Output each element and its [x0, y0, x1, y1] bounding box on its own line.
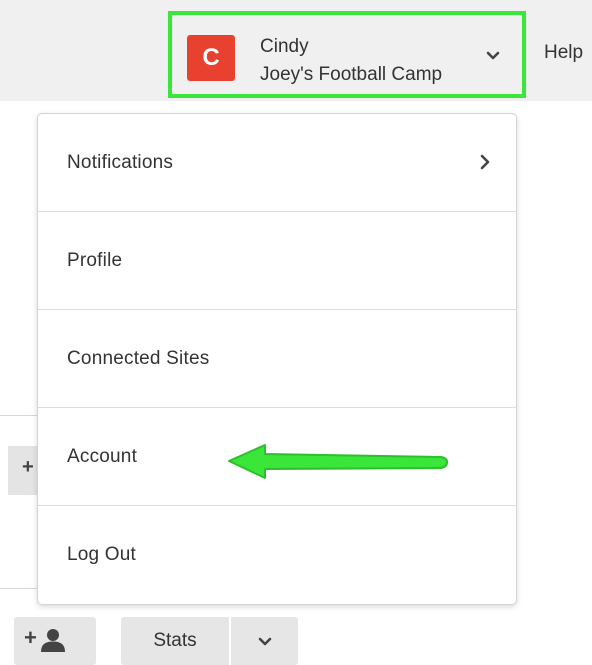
- menu-item-log-out[interactable]: Log Out: [38, 506, 516, 604]
- plus-icon: +: [22, 456, 34, 478]
- menu-item-label: Notifications: [67, 152, 174, 173]
- top-bar: C Cindy Joey's Football Camp Help: [0, 0, 592, 101]
- add-person-icon: [41, 629, 65, 652]
- menu-item-label: Log Out: [67, 544, 137, 565]
- user-dropdown-menu: Notifications Profile Connected Sites Ac…: [37, 113, 517, 605]
- chevron-down-icon: [258, 637, 272, 646]
- user-account-switcher[interactable]: C Cindy Joey's Football Camp: [168, 11, 526, 98]
- stats-dropdown-button[interactable]: [231, 617, 298, 665]
- plus-icon: +: [24, 625, 37, 650]
- add-person-button[interactable]: +: [14, 617, 96, 665]
- user-name: Cindy: [260, 36, 309, 57]
- menu-item-label: Profile: [67, 250, 123, 271]
- arrow-left-icon: [228, 444, 448, 479]
- menu-item-connected-sites[interactable]: Connected Sites: [38, 310, 516, 408]
- menu-item-profile[interactable]: Profile: [38, 212, 516, 310]
- divider: [0, 415, 40, 416]
- chevron-down-icon[interactable]: [486, 50, 500, 62]
- menu-item-notifications[interactable]: Notifications: [38, 114, 516, 212]
- organization-name: Joey's Football Camp: [260, 64, 443, 85]
- stats-button-label: Stats: [153, 630, 197, 651]
- menu-item-label: Account: [67, 446, 138, 467]
- help-link[interactable]: Help: [544, 42, 583, 64]
- stats-button[interactable]: Stats: [121, 617, 229, 665]
- divider: [0, 588, 40, 589]
- chevron-right-icon: [480, 154, 490, 170]
- menu-item-label: Connected Sites: [67, 348, 210, 369]
- avatar: C: [187, 35, 235, 81]
